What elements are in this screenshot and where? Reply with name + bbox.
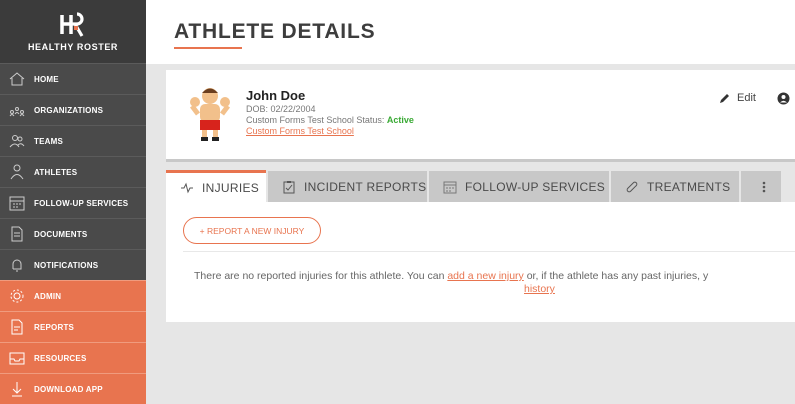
sidebar-item-follow-up-services[interactable]: FOLLOW-UP SERVICES <box>0 187 146 218</box>
home-icon <box>7 70 27 88</box>
add-new-injury-link[interactable]: add a new injury <box>447 270 523 282</box>
bell-icon <box>7 256 27 274</box>
sidebar-item-athletes[interactable]: ATHLETES <box>0 156 146 187</box>
athlete-card: John Doe DOB: 02/22/2004 Custom Forms Te… <box>166 70 795 162</box>
document-icon <box>7 225 27 243</box>
tab-label: INJURIES <box>202 180 260 195</box>
sidebar-item-organizations[interactable]: ORGANIZATIONS <box>0 94 146 125</box>
user-circle-icon[interactable] <box>777 92 790 105</box>
sidebar-item-label: REPORTS <box>34 322 75 332</box>
sidebar-item-label: NOTIFICATIONS <box>34 260 99 270</box>
bandage-icon <box>626 181 638 192</box>
tab-label: FOLLOW-UP SERVICES <box>465 179 606 194</box>
empty-text-1: There are no reported injuries for this … <box>194 270 448 282</box>
empty-injuries-message: There are no reported injuries for this … <box>194 270 795 282</box>
download-icon <box>7 380 27 398</box>
sidebar-item-label: FOLLOW-UP SERVICES <box>34 198 129 208</box>
title-underline <box>174 47 242 49</box>
tab-more[interactable] <box>741 171 781 202</box>
athlete-name: John Doe <box>246 88 306 103</box>
tab-bar: INJURIES INCIDENT REPORTS FOLLOW-UP SERV… <box>166 168 795 202</box>
athlete-avatar <box>190 88 230 141</box>
sidebar-item-teams[interactable]: TEAMS <box>0 125 146 156</box>
sidebar-item-label: DOCUMENTS <box>34 229 88 239</box>
teams-icon <box>7 132 27 150</box>
tab-label: TREATMENTS <box>647 179 731 194</box>
athlete-dob: DOB: 02/22/2004 <box>246 104 316 114</box>
sidebar: HEALTHY ROSTER HOME ORGANIZATIONS TEAMS … <box>0 0 146 404</box>
history-link[interactable]: history <box>524 283 555 295</box>
tab-follow-up-services[interactable]: FOLLOW-UP SERVICES <box>429 171 609 202</box>
tab-treatments[interactable]: TREATMENTS <box>611 171 739 202</box>
brand-name: HEALTHY ROSTER <box>27 41 119 52</box>
organizations-icon <box>7 101 27 119</box>
sidebar-item-home[interactable]: HOME <box>0 63 146 94</box>
clipboard-icon <box>283 180 295 193</box>
inbox-icon <box>7 349 27 367</box>
page-title: ATHLETE DETAILS <box>174 20 376 43</box>
gear-icon <box>7 287 27 305</box>
divider <box>183 251 795 252</box>
pulse-icon <box>181 182 193 193</box>
status-prefix: Custom Forms Test School Status: <box>246 115 387 125</box>
edit-button[interactable]: Edit <box>719 92 756 104</box>
sidebar-item-label: ADMIN <box>34 291 62 301</box>
logo-icon <box>60 11 84 37</box>
empty-text-2: or, if the athlete has any past injuries… <box>523 270 709 282</box>
school-link[interactable]: Custom Forms Test School <box>246 126 354 136</box>
main-content: ATHLETE DETAILS John Doe DOB: 02/22/2004… <box>146 0 795 404</box>
sidebar-item-label: ATHLETES <box>34 167 78 177</box>
sidebar-item-label: ORGANIZATIONS <box>34 105 104 115</box>
report-icon <box>7 318 27 336</box>
athlete-icon <box>7 163 27 181</box>
more-vertical-icon <box>762 181 766 192</box>
brand[interactable]: HEALTHY ROSTER <box>0 0 146 63</box>
edit-label: Edit <box>737 92 756 104</box>
sidebar-item-download-app[interactable]: DOWNLOAD APP <box>0 373 146 404</box>
sidebar-item-resources[interactable]: RESOURCES <box>0 342 146 373</box>
sidebar-item-reports[interactable]: REPORTS <box>0 311 146 342</box>
calendar-icon <box>443 181 457 193</box>
report-new-injury-button[interactable]: + REPORT A NEW INJURY <box>183 217 321 244</box>
sidebar-item-label: HOME <box>34 74 59 84</box>
sidebar-item-admin[interactable]: ADMIN <box>0 280 146 311</box>
tab-incident-reports[interactable]: INCIDENT REPORTS <box>268 171 427 202</box>
athlete-status: Custom Forms Test School Status: Active <box>246 115 414 125</box>
injuries-panel: + REPORT A NEW INJURY There are no repor… <box>166 202 795 322</box>
tab-label: INCIDENT REPORTS <box>304 179 427 194</box>
status-badge: Active <box>386 115 414 125</box>
sidebar-item-label: RESOURCES <box>34 353 87 363</box>
pencil-icon <box>720 94 729 103</box>
calendar-icon <box>7 194 27 212</box>
sidebar-item-documents[interactable]: DOCUMENTS <box>0 218 146 249</box>
sidebar-item-label: DOWNLOAD APP <box>34 384 103 394</box>
sidebar-item-label: TEAMS <box>34 136 63 146</box>
tab-injuries[interactable]: INJURIES <box>166 170 266 202</box>
sidebar-item-notifications[interactable]: NOTIFICATIONS <box>0 249 146 280</box>
